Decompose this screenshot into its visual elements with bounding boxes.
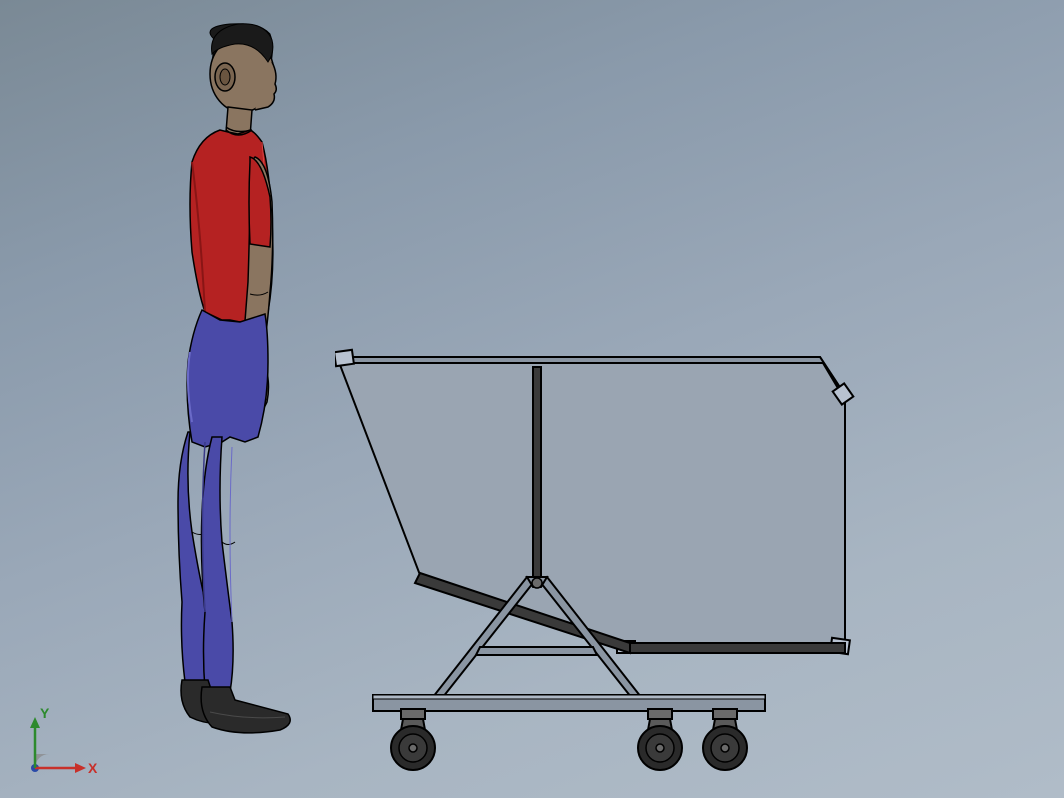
axis-x-label: X <box>88 760 98 776</box>
human-mannequin-model <box>150 22 350 787</box>
tilting-hopper-cart-model <box>335 345 895 780</box>
scene-3d <box>0 0 1064 798</box>
axis-y-label: Y <box>40 705 50 721</box>
cad-viewport[interactable]: X Y <box>0 0 1064 798</box>
coordinate-triad[interactable]: X Y <box>20 703 100 783</box>
